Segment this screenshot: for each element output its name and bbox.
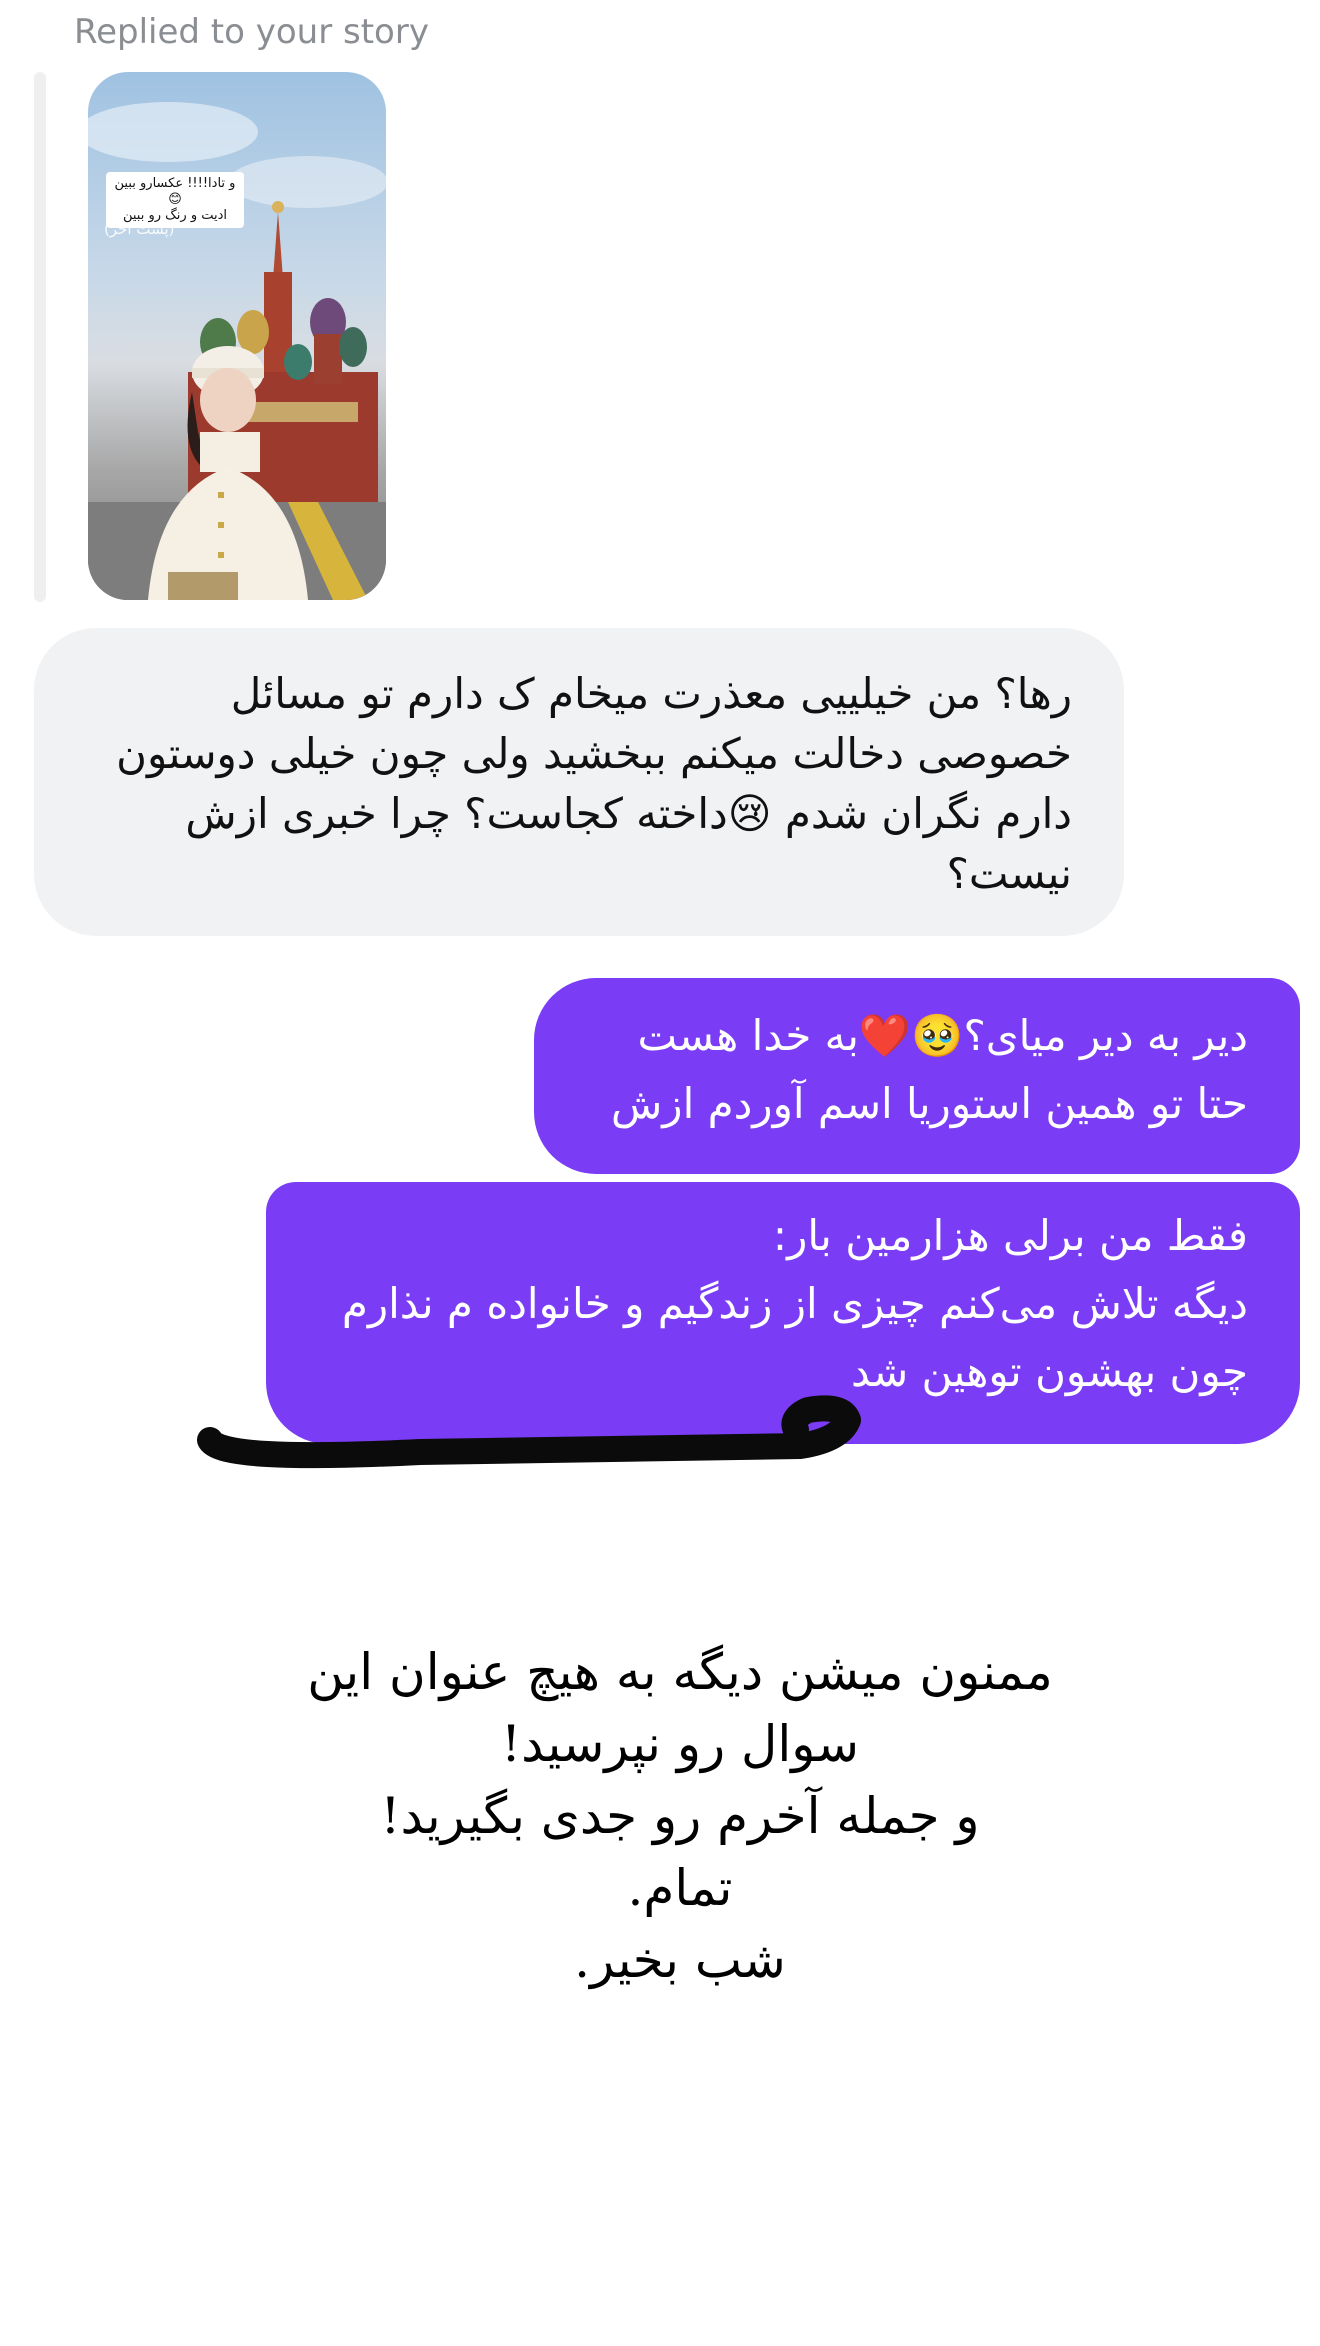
incoming-message-bubble[interactable]: رها؟ من خیلییی معذرت میخام ک دارم تو مسا… bbox=[34, 628, 1124, 936]
outgoing-message-bubble-2[interactable]: فقط من برلی هزارمین بار: دیگه تلاش می‌کن… bbox=[266, 1182, 1300, 1444]
replied-to-story-label: Replied to your story bbox=[74, 12, 429, 52]
overlay-caption-text: ممنون میشن دیگه به هیچ عنوان این سوال رو… bbox=[307, 1643, 1053, 1989]
story-thumbnail[interactable]: و تادا!!!! عکسارو ببین😊 ادیت و رنگ رو بب… bbox=[88, 72, 386, 600]
story-image bbox=[88, 102, 386, 600]
outgoing-message-bubble-1[interactable]: دیر به دیر میای؟🥹❤️به خدا هست حتا تو همی… bbox=[534, 978, 1300, 1174]
story-caption: (پست اخر) bbox=[104, 220, 175, 238]
quote-bar bbox=[34, 72, 46, 602]
